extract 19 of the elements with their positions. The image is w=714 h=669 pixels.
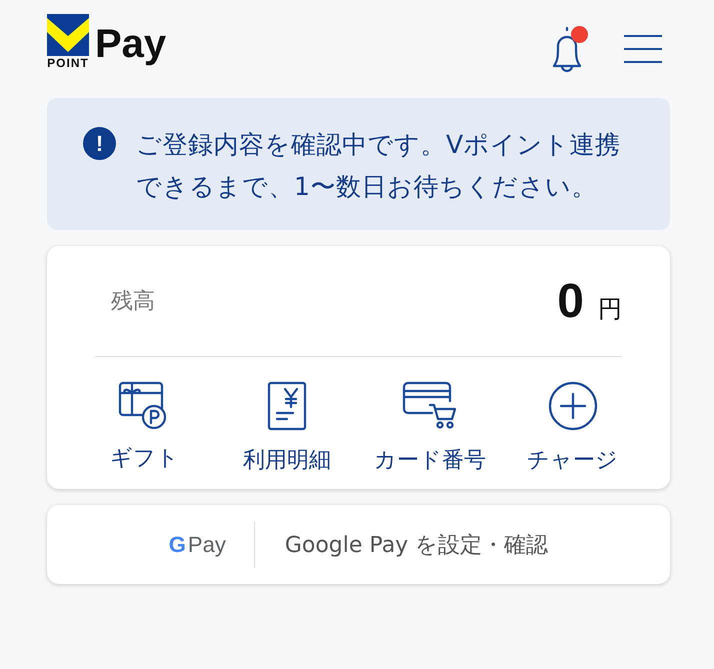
logo-text: Pay <box>95 22 166 66</box>
action-button[interactable]: カード番号 <box>358 381 502 475</box>
action-button[interactable]: チャージ <box>501 381 644 475</box>
currency-unit: 円 <box>598 294 622 324</box>
plus-circle-icon <box>548 381 598 431</box>
action-button[interactable]: 利用明細 <box>216 381 358 475</box>
google-pay-label: Google Pay を設定・確認 <box>284 532 548 560</box>
badge-letter: G <box>168 532 186 558</box>
logo-label: POINT <box>47 56 89 70</box>
balance-amount: 0 <box>557 274 584 328</box>
notice-message: ご登録内容を確認中です。Vポイント連携できるまで、1〜数日お待ちください。 <box>136 129 622 203</box>
action-button[interactable]: ギフト <box>73 381 216 475</box>
receipt-icon <box>267 381 308 431</box>
menu-icon[interactable] <box>624 35 662 63</box>
balance-label: 残高 <box>111 288 155 316</box>
card-cart-icon <box>402 381 458 431</box>
google-pay-button[interactable]: G Pay Google Pay を設定・確認 <box>47 505 670 584</box>
alert-icon: ! <box>83 127 116 160</box>
badge-text: Pay <box>188 532 226 558</box>
